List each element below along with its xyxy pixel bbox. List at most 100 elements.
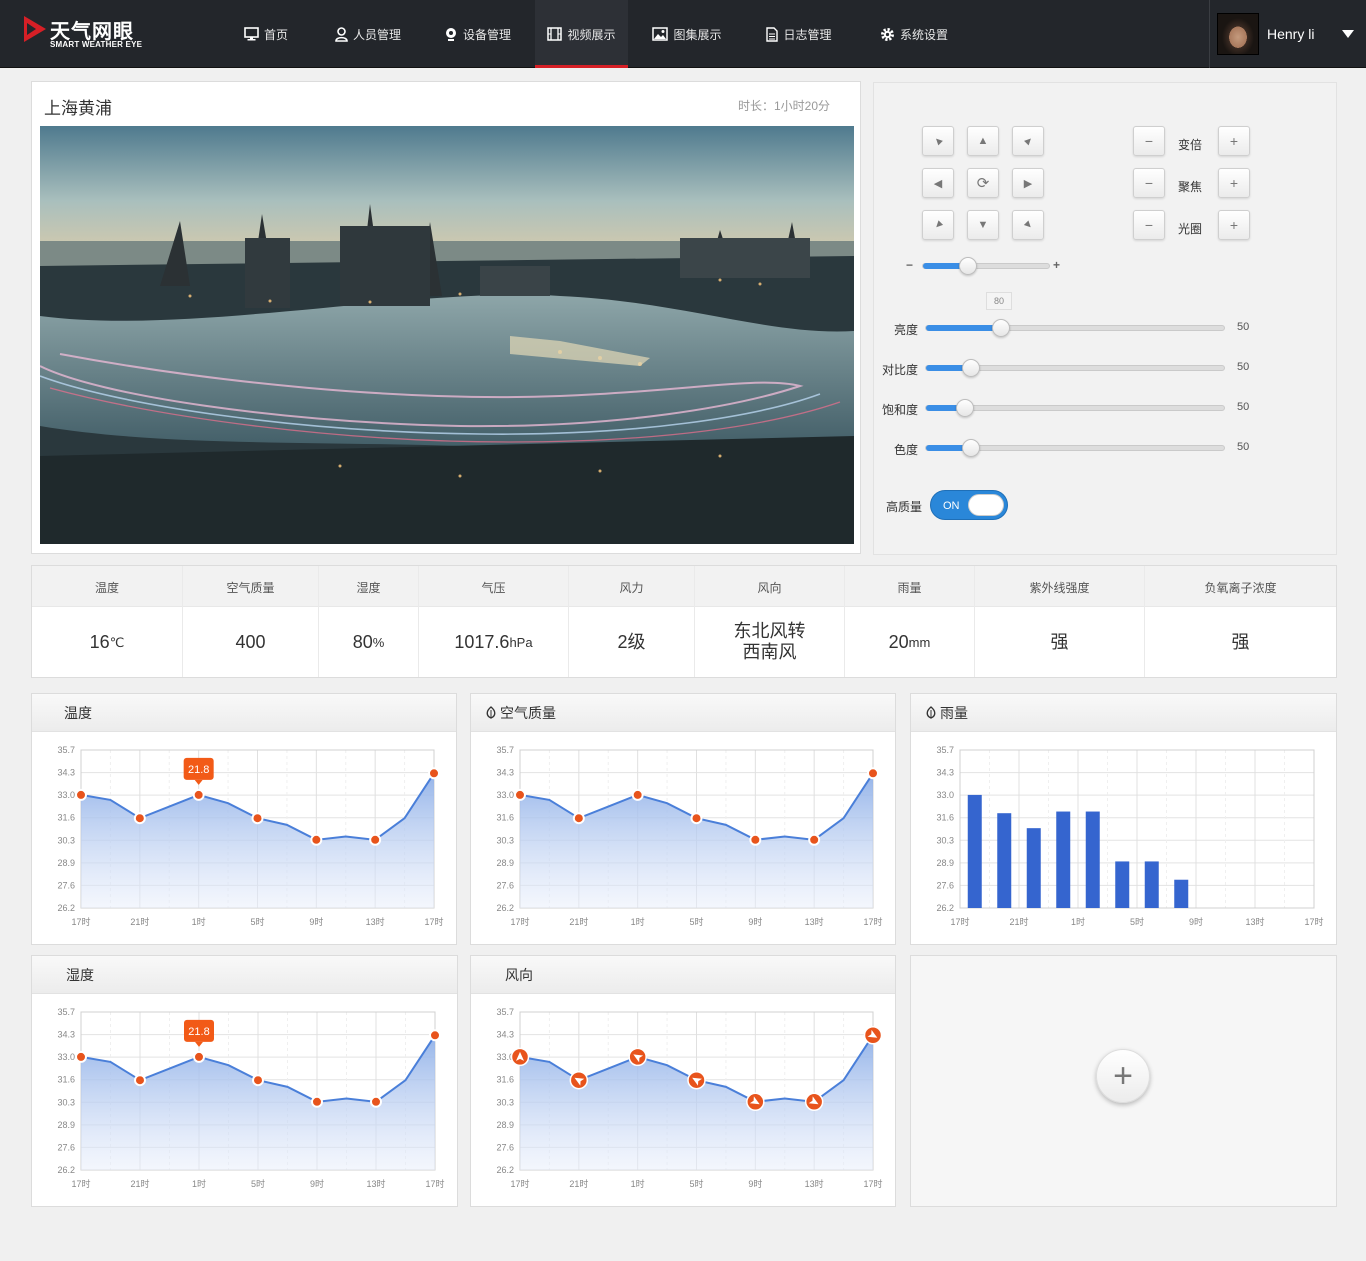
weather-uv-value: 强 (1050, 631, 1069, 652)
x-tick-label: 13时 (805, 916, 824, 927)
speed-plus-button[interactable]: + (1053, 258, 1060, 272)
bar (997, 813, 1012, 908)
ptz-left-button[interactable]: ◀ (922, 168, 954, 198)
contrast-slider[interactable] (925, 359, 1225, 377)
gear-icon (880, 27, 894, 41)
add-chart-button[interactable]: + (1096, 1049, 1150, 1103)
y-tick-label: 35.7 (496, 745, 514, 755)
y-tick-label: 30.3 (57, 1097, 75, 1107)
x-tick-label: 17时 (863, 916, 882, 927)
image-icon (652, 27, 669, 41)
data-point (75, 788, 87, 801)
y-tick-label: 26.2 (936, 903, 954, 913)
y-tick-label: 35.7 (496, 1007, 514, 1017)
x-tick-label: 5时 (251, 1178, 265, 1189)
brightness-slider[interactable] (925, 319, 1225, 337)
avatar (1217, 13, 1259, 55)
x-tick-label: 13时 (366, 1178, 385, 1189)
data-point (193, 1050, 205, 1063)
x-tick-label: 21时 (569, 916, 588, 927)
speed-minus-button[interactable]: − (906, 258, 913, 272)
video-panel: 上海黄浦 时长：1小时20分 (31, 81, 861, 554)
nav-home[interactable]: 首页 (216, 0, 316, 68)
document-icon (766, 26, 779, 42)
quality-label: 高质量 (886, 500, 923, 514)
chart-plot: 35.7 34.3 33.0 31.6 30.3 28.9 27.6 26.2 17时 21时 1时… (57, 745, 443, 927)
ptz-down-right-button[interactable]: ▼ (1012, 210, 1044, 240)
ptz-reset-button[interactable]: ⟳ (967, 168, 999, 198)
data-point (690, 812, 703, 825)
chevron-down-icon[interactable] (1342, 30, 1354, 38)
saturation-value: 50 (1237, 401, 1250, 413)
y-tick-label: 28.9 (57, 1120, 75, 1130)
nav-logs[interactable]: 日志管理 (746, 0, 852, 68)
y-tick-label: 34.3 (496, 1030, 514, 1040)
user-menu[interactable]: Henry li (1209, 0, 1366, 68)
ptz-right-button[interactable]: ▶ (1012, 168, 1044, 198)
ptz-up-right-button[interactable]: ▲ (1012, 126, 1044, 156)
callout-pointer (195, 1041, 203, 1047)
focus-minus-button[interactable]: − (1133, 168, 1165, 198)
nav-gallery[interactable]: 图集展示 (628, 0, 746, 68)
callout-label: 21.8 (188, 1026, 209, 1038)
nav-personnel[interactable]: 人员管理 (316, 0, 420, 68)
y-tick-label: 35.7 (936, 745, 954, 755)
x-tick-label: 17时 (510, 916, 529, 927)
ptz-down-button[interactable]: ▼ (967, 210, 999, 240)
saturation-slider[interactable] (925, 399, 1225, 417)
plus-icon: + (1113, 1056, 1133, 1095)
wind-direction-chart: 风向 35.7 34.3 33.0 31.6 30.3 28.9 27.6 26.2 17时 21… (470, 955, 896, 1207)
x-tick-label: 5时 (689, 1178, 703, 1189)
y-tick-label: 31.6 (496, 1075, 514, 1085)
city-scene-image (40, 126, 854, 544)
data-point (370, 1095, 382, 1108)
iris-plus-button[interactable]: + (1218, 210, 1250, 240)
logo-subtext: SMART WEATHER EYE (50, 40, 143, 49)
weather-pressure-label: 气压 (419, 566, 568, 607)
video-player[interactable] (40, 126, 854, 544)
iris-minus-button[interactable]: − (1133, 210, 1165, 240)
focus-plus-button[interactable]: + (1218, 168, 1250, 198)
chart-plot: 35.7 34.3 33.0 31.6 30.3 28.9 27.6 26.2 17时 21时 1时… (936, 745, 1323, 927)
chart-title: 空气质量 (500, 704, 556, 721)
leaf-icon (486, 706, 496, 719)
weather-rainfall-unit: mm (908, 634, 931, 650)
zoom-plus-button[interactable]: + (1218, 126, 1250, 156)
nav-devices[interactable]: 设备管理 (420, 0, 535, 68)
ptz-down-left-button[interactable]: ▼ (922, 210, 954, 240)
x-tick-label: 17时 (863, 1178, 882, 1189)
contrast-slider-knob[interactable] (961, 359, 980, 377)
video-duration: 时长：1小时20分 (737, 99, 830, 113)
nav-settings[interactable]: 系统设置 (852, 0, 976, 68)
quality-toggle[interactable]: ON (930, 490, 1008, 520)
bar (1174, 879, 1189, 908)
y-tick-label: 26.2 (496, 903, 514, 913)
chart-plot: 35.7 34.3 33.0 31.6 30.3 28.9 27.6 26.2 17时 21时 1时… (496, 745, 882, 927)
rainfall-chart: 雨量 35.7 34.3 33.0 31.6 30.3 28.9 27.6 26.2 17时 21… (910, 693, 1337, 945)
video-title: 上海黄浦 (44, 99, 112, 118)
y-tick-label: 27.6 (57, 880, 75, 890)
y-tick-label: 28.9 (57, 858, 75, 868)
hue-slider[interactable] (925, 439, 1225, 457)
logo[interactable]: 天气网眼 SMART WEATHER EYE (24, 16, 144, 52)
x-tick-label: 17时 (950, 916, 969, 927)
chart-plot: 35.7 34.3 33.0 31.6 30.3 28.9 27.6 26.2 17时 21时 1时… (57, 1007, 444, 1189)
zoom-label: 变倍 (1178, 138, 1203, 152)
user-icon (335, 26, 348, 42)
ptz-up-left-button[interactable]: ▲ (922, 126, 954, 156)
saturation-slider-knob[interactable] (955, 399, 974, 417)
brightness-slider-knob[interactable] (991, 319, 1010, 337)
x-tick-label: 17时 (425, 1178, 444, 1189)
chart-title: 雨量 (940, 704, 968, 721)
saturation-label: 饱和度 (881, 403, 918, 417)
zoom-minus-button[interactable]: − (1133, 126, 1165, 156)
ptz-up-button[interactable]: ▲ (967, 126, 999, 156)
hue-slider-knob[interactable] (961, 439, 980, 457)
nav-video[interactable]: 视频展示 (535, 0, 628, 68)
x-tick-label: 1时 (192, 916, 206, 927)
weather-wind-direction-value: 东北风转 (733, 621, 806, 641)
arrow-up-right-icon: ▲ (1019, 132, 1037, 150)
arrow-down-icon: ▼ (977, 219, 989, 231)
data-point (428, 767, 440, 780)
speed-slider[interactable] (922, 257, 1050, 275)
